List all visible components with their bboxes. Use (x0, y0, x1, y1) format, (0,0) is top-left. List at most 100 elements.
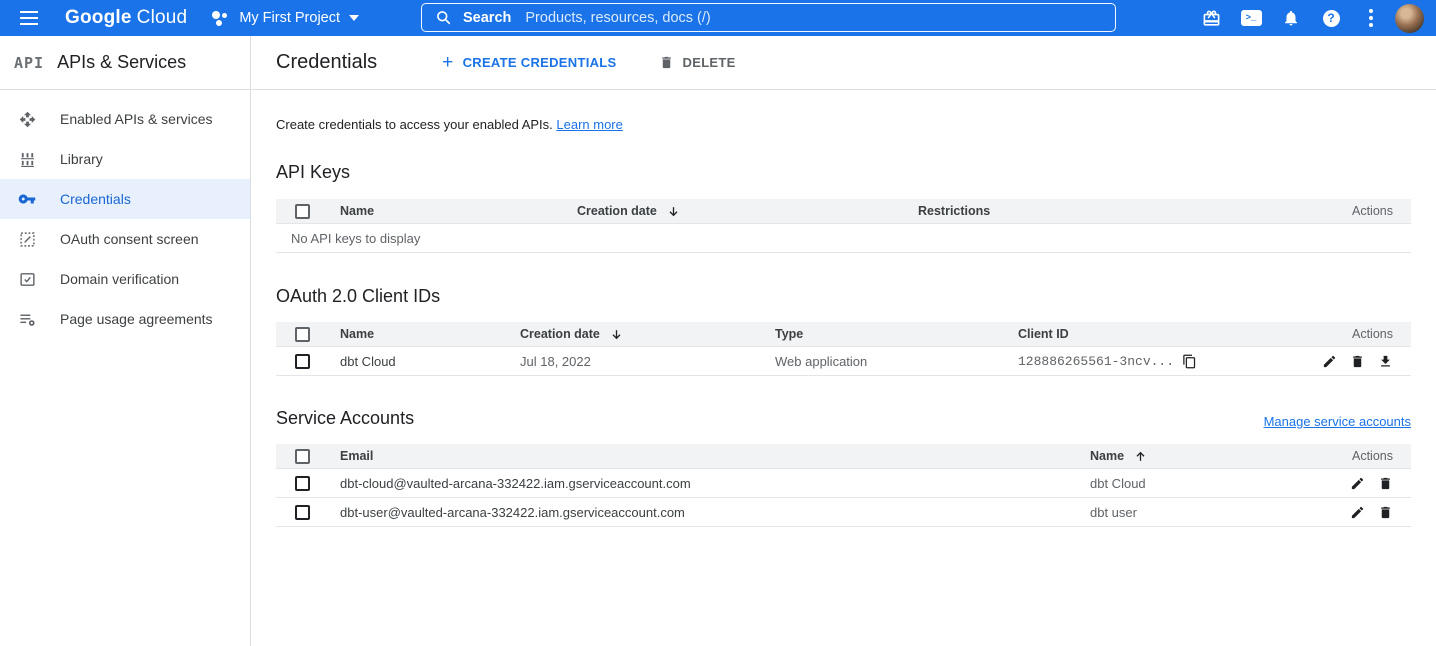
edit-icon[interactable] (1322, 354, 1337, 369)
oauth-creation-date: Jul 18, 2022 (520, 354, 775, 369)
column-header-name[interactable]: Name (340, 204, 577, 218)
table-header-row: Email Name Actions (276, 444, 1411, 469)
create-credentials-button[interactable]: + CREATE CREDENTIALS (434, 49, 624, 76)
api-keys-heading: API Keys (276, 162, 1411, 183)
sidebar-item-credentials[interactable]: Credentials (0, 179, 250, 219)
api-keys-table: Name Creation date Restrictions Actions … (276, 199, 1411, 253)
column-header-email[interactable]: Email (340, 449, 1090, 463)
column-header-actions: Actions (1352, 204, 1411, 218)
sidebar-item-label: Credentials (60, 191, 131, 207)
oauth-client-name: dbt Cloud (340, 354, 520, 369)
google-cloud-logo[interactable]: GoogleCloud (65, 7, 187, 29)
select-all-checkbox[interactable] (295, 449, 310, 464)
manage-service-accounts-link[interactable]: Manage service accounts (1264, 414, 1411, 429)
service-account-name: dbt Cloud (1090, 476, 1316, 491)
sidebar-header: API APIs & Services (0, 36, 250, 90)
column-header-restrictions[interactable]: Restrictions (918, 204, 1301, 218)
notifications-bell-icon[interactable] (1271, 0, 1311, 36)
oauth-type: Web application (775, 354, 1018, 369)
column-header-creation-date[interactable]: Creation date (520, 327, 775, 341)
sort-descending-icon (610, 328, 623, 341)
project-selector[interactable]: My First Project (211, 9, 359, 27)
service-account-name: dbt user (1090, 505, 1316, 520)
more-options-icon[interactable] (1351, 0, 1391, 36)
select-all-checkbox[interactable] (295, 204, 310, 219)
page-header: Credentials + CREATE CREDENTIALS DELETE (252, 36, 1436, 90)
row-checkbox[interactable] (295, 476, 310, 491)
enabled-apis-icon (18, 110, 36, 128)
cloud-shell-icon[interactable]: >_ (1231, 0, 1271, 36)
oauth-heading: OAuth 2.0 Client IDs (276, 286, 1411, 307)
delete-icon[interactable] (1350, 354, 1365, 369)
api-keys-empty-message: No API keys to display (276, 224, 1411, 253)
sidebar-nav: Enabled APIs & services Library Credenti… (0, 90, 250, 339)
library-icon (18, 150, 36, 168)
sidebar-item-domain-verification[interactable]: Domain verification (0, 259, 250, 299)
column-header-creation-date[interactable]: Creation date (577, 204, 918, 218)
agreements-icon (18, 310, 36, 328)
delete-button[interactable]: DELETE (651, 49, 744, 76)
menu-icon[interactable] (15, 4, 43, 32)
row-checkbox[interactable] (295, 505, 310, 520)
chevron-down-icon (349, 15, 359, 21)
table-row: dbt-user@vaulted-arcana-332422.iam.gserv… (276, 498, 1411, 527)
delete-icon[interactable] (1378, 476, 1393, 491)
service-accounts-header: Service Accounts Manage service accounts (276, 408, 1411, 429)
column-header-actions: Actions (1352, 449, 1411, 463)
edit-icon[interactable] (1350, 476, 1365, 491)
plus-icon: + (442, 56, 453, 70)
sidebar-item-label: OAuth consent screen (60, 231, 199, 247)
row-checkbox[interactable] (295, 354, 310, 369)
sidebar-item-enabled-apis[interactable]: Enabled APIs & services (0, 99, 250, 139)
sidebar-item-label: Domain verification (60, 271, 179, 287)
help-icon[interactable]: ? (1311, 0, 1351, 36)
sidebar-item-oauth-consent[interactable]: OAuth consent screen (0, 219, 250, 259)
column-header-type[interactable]: Type (775, 327, 1018, 341)
table-row: dbt Cloud Jul 18, 2022 Web application 1… (276, 347, 1411, 376)
sidebar-item-label: Library (60, 151, 103, 167)
oauth-client-id: 128886265561-3ncv... (1018, 354, 1301, 369)
top-bar: GoogleCloud My First Project Search Prod… (0, 0, 1436, 36)
sidebar-title: APIs & Services (57, 52, 186, 73)
sidebar-item-page-usage-agreements[interactable]: Page usage agreements (0, 299, 250, 339)
api-product-icon: API (14, 54, 44, 72)
column-header-name[interactable]: Name (340, 327, 520, 341)
sidebar: API APIs & Services Enabled APIs & servi… (0, 36, 251, 646)
sidebar-item-library[interactable]: Library (0, 139, 250, 179)
sidebar-item-label: Page usage agreements (60, 311, 213, 327)
learn-more-link[interactable]: Learn more (556, 117, 622, 132)
column-header-client-id[interactable]: Client ID (1018, 327, 1301, 341)
column-header-name[interactable]: Name (1090, 449, 1316, 463)
service-account-email: dbt-cloud@vaulted-arcana-332422.iam.gser… (340, 476, 1090, 491)
select-all-checkbox[interactable] (295, 327, 310, 342)
oauth-table: Name Creation date Type Client ID Action… (276, 322, 1411, 376)
row-actions (1322, 354, 1411, 369)
column-header-actions: Actions (1352, 327, 1411, 341)
service-accounts-table: Email Name Actions dbt-cloud@vaulted-arc… (276, 444, 1411, 527)
intro-text: Create credentials to access your enable… (276, 117, 1411, 132)
page-title: Credentials (276, 51, 377, 74)
search-label: Search (463, 10, 511, 26)
table-row: dbt-cloud@vaulted-arcana-332422.iam.gser… (276, 469, 1411, 498)
table-header-row: Name Creation date Restrictions Actions (276, 199, 1411, 224)
edit-icon[interactable] (1350, 505, 1365, 520)
search-icon (436, 10, 451, 25)
download-icon[interactable] (1378, 354, 1393, 369)
user-avatar[interactable] (1395, 4, 1424, 33)
copy-icon[interactable] (1182, 354, 1197, 369)
row-actions (1350, 505, 1411, 520)
topbar-actions: >_ ? (1191, 0, 1432, 36)
free-trial-gift-icon[interactable] (1191, 0, 1231, 36)
sort-ascending-icon (1134, 450, 1147, 463)
row-actions (1350, 476, 1411, 491)
project-icon (211, 9, 229, 27)
consent-screen-icon (18, 230, 36, 248)
trash-icon (659, 55, 674, 70)
delete-icon[interactable] (1378, 505, 1393, 520)
search-input[interactable]: Search Products, resources, docs (/) (421, 3, 1116, 32)
sidebar-item-label: Enabled APIs & services (60, 111, 213, 127)
main-panel: Credentials + CREATE CREDENTIALS DELETE … (252, 36, 1436, 646)
key-icon (18, 190, 36, 208)
service-accounts-heading: Service Accounts (276, 408, 414, 429)
service-account-email: dbt-user@vaulted-arcana-332422.iam.gserv… (340, 505, 1090, 520)
